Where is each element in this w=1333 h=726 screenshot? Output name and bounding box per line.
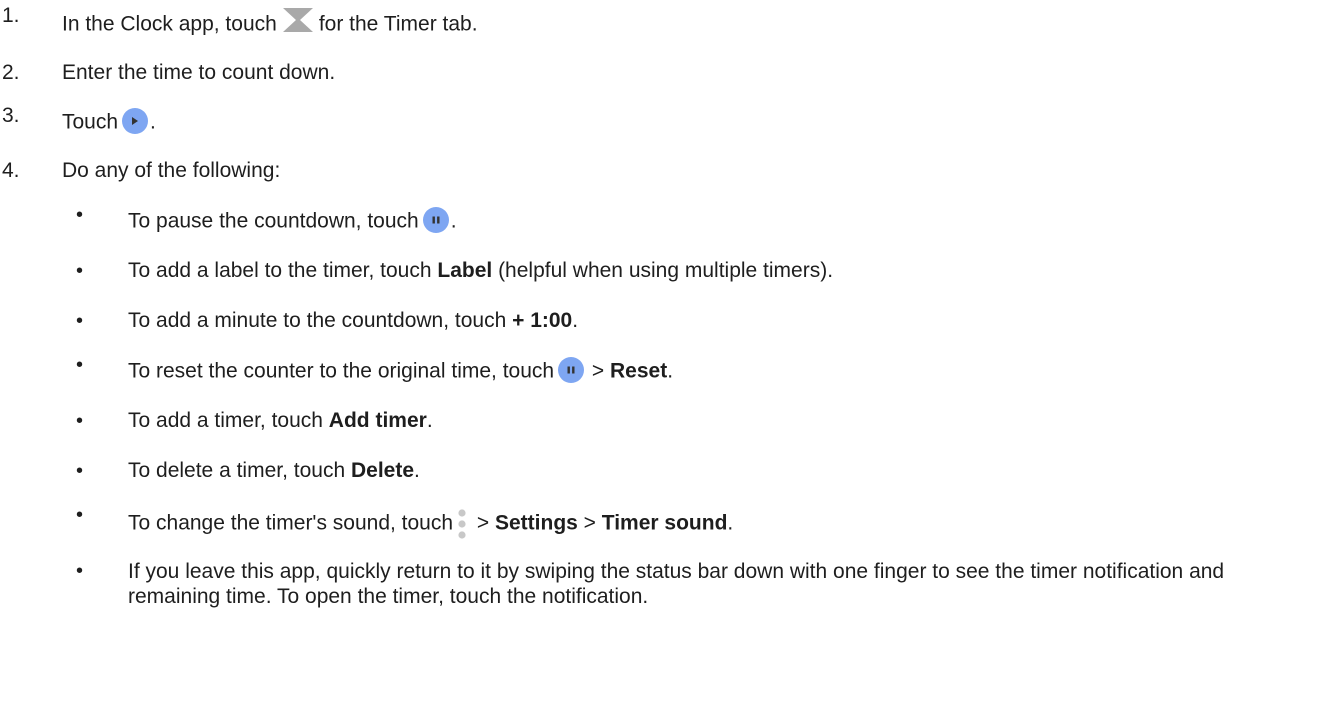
more-vert-icon bbox=[457, 509, 467, 539]
pause-button-icon bbox=[422, 207, 449, 233]
bullet-text: To add a minute to the countdown, touch … bbox=[128, 309, 579, 332]
bullet-marker: • bbox=[76, 504, 84, 526]
bullet-marker: • bbox=[76, 310, 84, 332]
bullet-text: To reset the counter to the original tim… bbox=[128, 357, 673, 385]
bullet-marker: • bbox=[76, 260, 84, 282]
play-button-icon bbox=[122, 108, 149, 134]
step-number: 1. bbox=[2, 4, 20, 27]
bullet-text: To add a label to the timer, touch Label… bbox=[128, 259, 834, 282]
step-text: Enter the time to count down. bbox=[62, 61, 336, 84]
bullet-marker: • bbox=[76, 460, 84, 482]
bullet-text: If you leave this app, quickly return to… bbox=[128, 560, 1225, 608]
step-number: 4. bbox=[2, 159, 20, 182]
bullet-marker: • bbox=[76, 354, 84, 376]
hourglass-icon bbox=[282, 8, 313, 38]
bullet-marker: • bbox=[76, 410, 84, 432]
step-text: In the Clock app, touch for the Timer tab… bbox=[62, 8, 478, 40]
step-text: Touch. bbox=[62, 108, 156, 136]
step-text: Do any of the following: bbox=[62, 159, 281, 182]
bullet-text: To delete a timer, touch Delete. bbox=[128, 459, 420, 482]
step-number: 3. bbox=[2, 104, 20, 127]
step-number: 2. bbox=[2, 61, 20, 84]
pause-button-icon bbox=[558, 357, 585, 383]
bullet-text: To pause the countdown, touch. bbox=[128, 207, 457, 235]
bullet-text: To change the timer's sound, touch > Set… bbox=[128, 509, 733, 539]
bullet-marker: • bbox=[76, 204, 84, 226]
bullet-marker: • bbox=[76, 560, 84, 582]
bullet-text: To add a timer, touch Add timer. bbox=[128, 409, 433, 432]
